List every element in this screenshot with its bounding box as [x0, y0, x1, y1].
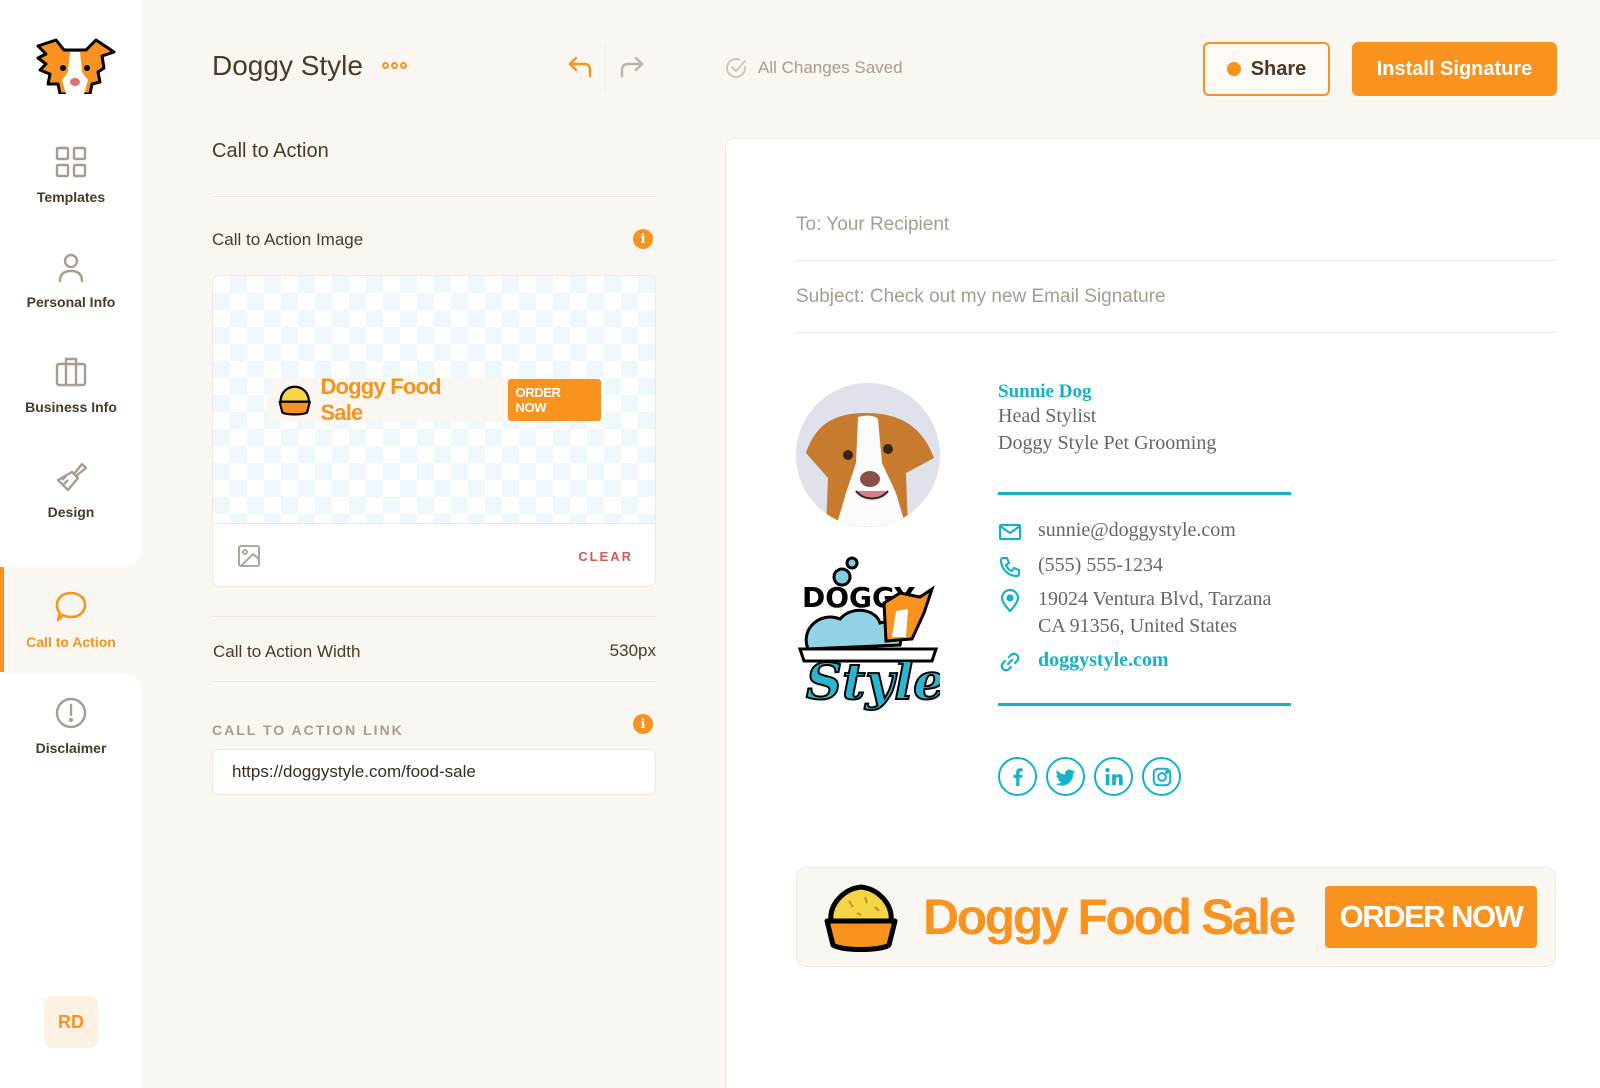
cta-banner[interactable]: Doggy Food Sale ORDER NOW [796, 867, 1556, 967]
address-text: 19024 Ventura Blvd, Tarzana CA 91356, Un… [1038, 586, 1271, 640]
sidebar-item-label: Design [47, 503, 95, 520]
briefcase-icon [55, 357, 87, 386]
more-options-icon[interactable] [382, 62, 407, 69]
location-pin-icon [1000, 589, 1020, 613]
email-to-field: To: Your Recipient [796, 189, 1558, 261]
chat-bubble-icon [55, 591, 87, 621]
sidebar: Templates Personal Info Business Info De… [0, 0, 142, 1088]
divider [605, 44, 606, 92]
phone-icon [999, 556, 1021, 578]
svg-text:Style: Style [806, 652, 940, 711]
email-text[interactable]: sunnie@doggystyle.com [1038, 517, 1236, 544]
cta-image-thumbnail: Doggy Food Sale ORDER NOW [267, 374, 601, 425]
cta-link-input[interactable] [212, 749, 656, 795]
twitter-icon[interactable] [1046, 757, 1085, 796]
cta-thumbnail-text: Doggy Food Sale [320, 374, 441, 425]
user-avatar[interactable]: RD [44, 996, 98, 1048]
transparent-image-preview[interactable]: Doggy Food Sale ORDER NOW [213, 276, 655, 524]
share-button-label: Share [1250, 57, 1307, 80]
sidebar-item-label: Call to Action [26, 633, 116, 650]
sidebar-item-label: Personal Info [26, 293, 116, 310]
image-upload-icon[interactable] [237, 544, 261, 568]
status-dot-icon [1226, 62, 1241, 76]
email-subject-field: Subject: Check out my new Email Signatur… [796, 261, 1558, 333]
document-title[interactable]: Doggy Style [212, 50, 363, 82]
mail-icon [998, 523, 1022, 541]
link-icon [1000, 652, 1020, 672]
save-status-text: All Changes Saved [758, 58, 903, 77]
signature-text: Sunnie Dog Head Stylist Doggy Style Pet … [998, 381, 1216, 457]
cta-image-label: Call to Action Image [212, 230, 364, 249]
divider [212, 196, 656, 197]
sidebar-item-disclaimer[interactable]: Disclaimer [0, 673, 142, 778]
redo-icon[interactable] [616, 52, 646, 82]
clear-image-button[interactable]: CLEAR [578, 549, 633, 564]
signature-company: Doggy Style Pet Grooming [998, 432, 1217, 454]
contact-email: sunnie@doggystyle.com [998, 517, 1236, 544]
save-status: All Changes Saved [724, 56, 903, 80]
signature-divider [998, 703, 1291, 706]
cta-thumbnail-button: ORDER NOW [507, 379, 601, 421]
phone-text[interactable]: (555) 555-1234 [1038, 552, 1163, 579]
share-button[interactable]: Share [1203, 42, 1330, 96]
cta-image-card: Doggy Food Sale ORDER NOW CLEAR [212, 275, 656, 587]
alert-circle-icon [55, 697, 87, 728]
user-icon [58, 253, 84, 282]
cta-width-label: Call to Action Width [213, 642, 361, 661]
linkedin-icon[interactable] [1094, 757, 1133, 796]
sidebar-item-design[interactable]: Design [0, 437, 142, 542]
divider [212, 616, 656, 617]
dog-photo-icon [796, 383, 940, 527]
sidebar-item-personal-info[interactable]: Personal Info [0, 227, 142, 332]
check-circle-icon [726, 58, 746, 78]
sidebar-item-label: Templates [36, 188, 106, 205]
profile-photo [796, 383, 940, 527]
contact-website: doggystyle.com [998, 647, 1169, 674]
section-title: Call to Action [212, 140, 329, 162]
sidebar-item-business-info[interactable]: Business Info [0, 332, 142, 437]
cta-width-value[interactable]: 530px [610, 641, 656, 661]
dog-logo-icon[interactable] [34, 38, 116, 94]
contact-address: 19024 Ventura Blvd, Tarzana CA 91356, Un… [998, 586, 1271, 640]
contact-phone: (555) 555-1234 [998, 552, 1163, 579]
signature-divider [998, 492, 1291, 495]
doggy-style-logo: DOGGY Style [797, 556, 940, 712]
sidebar-item-label: Disclaimer [35, 739, 107, 756]
divider [212, 681, 656, 682]
email-preview: To: Your Recipient Subject: Check out my… [725, 138, 1600, 1088]
signature-title: Head Stylist [998, 405, 1097, 427]
cta-link-label: CALL TO ACTION LINK [212, 722, 404, 738]
facebook-icon[interactable] [998, 757, 1037, 796]
food-bowl-icon [278, 385, 311, 416]
cta-banner-text: Doggy Food Sale [923, 889, 1296, 945]
info-icon[interactable]: i [633, 229, 653, 249]
image-card-footer: CLEAR [213, 524, 655, 586]
signature-name: Sunnie Dog [998, 381, 1092, 402]
install-signature-button[interactable]: Install Signature [1352, 42, 1557, 96]
sidebar-item-call-to-action[interactable]: Call to Action [0, 567, 142, 672]
info-icon[interactable]: i [633, 714, 653, 734]
address-line-1: 19024 Ventura Blvd, Tarzana [1038, 588, 1272, 610]
order-now-button[interactable]: ORDER NOW [1325, 886, 1537, 948]
website-link[interactable]: doggystyle.com [1038, 647, 1169, 674]
sidebar-item-templates[interactable]: Templates [0, 122, 142, 227]
undo-icon[interactable] [566, 52, 596, 82]
food-bowl-icon [824, 884, 898, 952]
address-line-2: CA 91356, United States [1038, 615, 1237, 637]
instagram-icon[interactable] [1142, 757, 1181, 796]
grid-icon [55, 146, 87, 177]
sidebar-item-label: Business Info [25, 398, 117, 415]
social-links [998, 757, 1181, 796]
paintbrush-icon [56, 462, 88, 491]
